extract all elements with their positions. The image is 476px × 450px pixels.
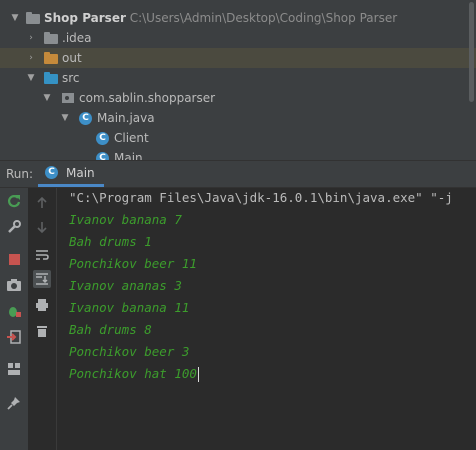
soft-wrap-button[interactable] xyxy=(33,246,51,264)
tree-item-label: com.sablin.shopparser xyxy=(79,91,216,105)
tab-main-label: Main xyxy=(66,165,95,180)
arrow-down-icon xyxy=(37,222,47,234)
chevron-right-icon[interactable]: › xyxy=(26,32,36,44)
exit-button[interactable] xyxy=(5,328,23,346)
down-button[interactable] xyxy=(33,218,51,236)
tree-scrollbar[interactable] xyxy=(469,2,474,102)
project-tree: ▼ Shop Parser C:\Users\Admin\Desktop\Cod… xyxy=(0,0,476,160)
folder-icon xyxy=(44,32,58,44)
stop-icon xyxy=(8,253,20,265)
chevron-down-icon[interactable]: ▼ xyxy=(60,112,70,124)
project-name: Shop Parser xyxy=(44,11,126,25)
run-toolbar xyxy=(0,188,29,450)
tree-item-main-java[interactable]: ▼ C Main.java xyxy=(0,108,476,128)
tree-item-label: idea xyxy=(65,31,92,45)
console-line: Ponchikov beer 11 xyxy=(69,256,197,271)
rerun-button[interactable] xyxy=(5,192,23,210)
class-icon: C xyxy=(96,132,109,145)
tree-root[interactable]: ▼ Shop Parser C:\Users\Admin\Desktop\Cod… xyxy=(0,8,476,28)
console-line: Ivanov banana 11 xyxy=(69,300,190,315)
console-line: Bah drums 1 xyxy=(69,234,152,249)
tree-item-label: src xyxy=(62,71,80,85)
layout-button[interactable] xyxy=(5,360,23,378)
chevron-down-icon[interactable]: ▼ xyxy=(26,72,36,84)
trash-icon xyxy=(37,326,47,337)
tree-item-label: Main xyxy=(114,151,143,160)
printer-icon xyxy=(36,299,48,311)
chevron-down-icon[interactable]: ▼ xyxy=(10,12,20,24)
tree-item-src[interactable]: ▼ src xyxy=(0,68,476,88)
up-button[interactable] xyxy=(33,194,51,212)
run-label: Run: xyxy=(6,167,34,181)
console-command-line: "C:\Program Files\Java\jdk-16.0.1\bin\ja… xyxy=(69,190,453,205)
folder-out-icon xyxy=(44,52,58,64)
console-last-line: Ponchikov hat 100 xyxy=(69,366,199,382)
project-path: C:\Users\Admin\Desktop\Coding\Shop Parse… xyxy=(129,11,398,25)
soft-wrap-icon xyxy=(36,250,49,260)
tab-main[interactable]: C Main xyxy=(38,161,104,187)
folder-src-icon xyxy=(44,72,58,84)
console-line: Bah drums 8 xyxy=(69,322,152,337)
exit-icon xyxy=(7,330,21,344)
pin-icon xyxy=(7,397,20,410)
pin-tab-button[interactable] xyxy=(5,394,23,412)
edit-config-button[interactable] xyxy=(5,218,23,236)
clear-all-button[interactable] xyxy=(33,322,51,340)
tree-item-package[interactable]: ▼ com.sablin.shopparser xyxy=(0,88,476,108)
dump-threads-button[interactable] xyxy=(5,276,23,294)
tree-item-out[interactable]: › out xyxy=(0,48,476,68)
run-tool-window-header: Run: C Main xyxy=(0,160,476,188)
rerun-icon xyxy=(7,195,21,208)
console-line: Ivanov ananas 3 xyxy=(69,278,182,293)
layout-icon xyxy=(8,363,20,375)
console-toolbar xyxy=(28,188,57,450)
print-button[interactable] xyxy=(33,296,51,314)
stop-button[interactable] xyxy=(5,250,23,268)
package-icon xyxy=(62,93,74,103)
console-line: Ponchikov beer 3 xyxy=(69,344,190,359)
console-line: Ivanov banana 7 xyxy=(69,212,182,227)
bug-icon xyxy=(9,307,21,317)
tree-item-label: Client xyxy=(114,131,149,145)
tree-item-label: out xyxy=(62,51,82,65)
tree-item-client[interactable]: C Client xyxy=(0,128,476,148)
arrow-up-icon xyxy=(37,196,47,208)
java-class-icon: C xyxy=(79,112,92,125)
camera-icon xyxy=(7,279,21,291)
wrench-icon xyxy=(8,220,21,233)
tree-item-label: Main.java xyxy=(97,111,155,125)
debug-tools-button[interactable] xyxy=(5,302,23,320)
tree-item-idea[interactable]: › .idea xyxy=(0,28,476,48)
console-output[interactable]: "C:\Program Files\Java\jdk-16.0.1\bin\ja… xyxy=(60,188,476,450)
chevron-right-icon[interactable]: › xyxy=(26,52,36,64)
console-line: Ponchikov hat 100 xyxy=(69,366,197,381)
scroll-to-end-button[interactable] xyxy=(33,270,51,288)
chevron-down-icon[interactable]: ▼ xyxy=(42,92,52,104)
tree-item-main[interactable]: C Main xyxy=(0,148,476,160)
scroll-to-end-icon xyxy=(36,273,48,285)
run-config-icon: C xyxy=(45,166,58,179)
folder-icon xyxy=(26,12,40,24)
text-caret xyxy=(197,367,199,382)
main-class-icon: C xyxy=(96,152,109,160)
